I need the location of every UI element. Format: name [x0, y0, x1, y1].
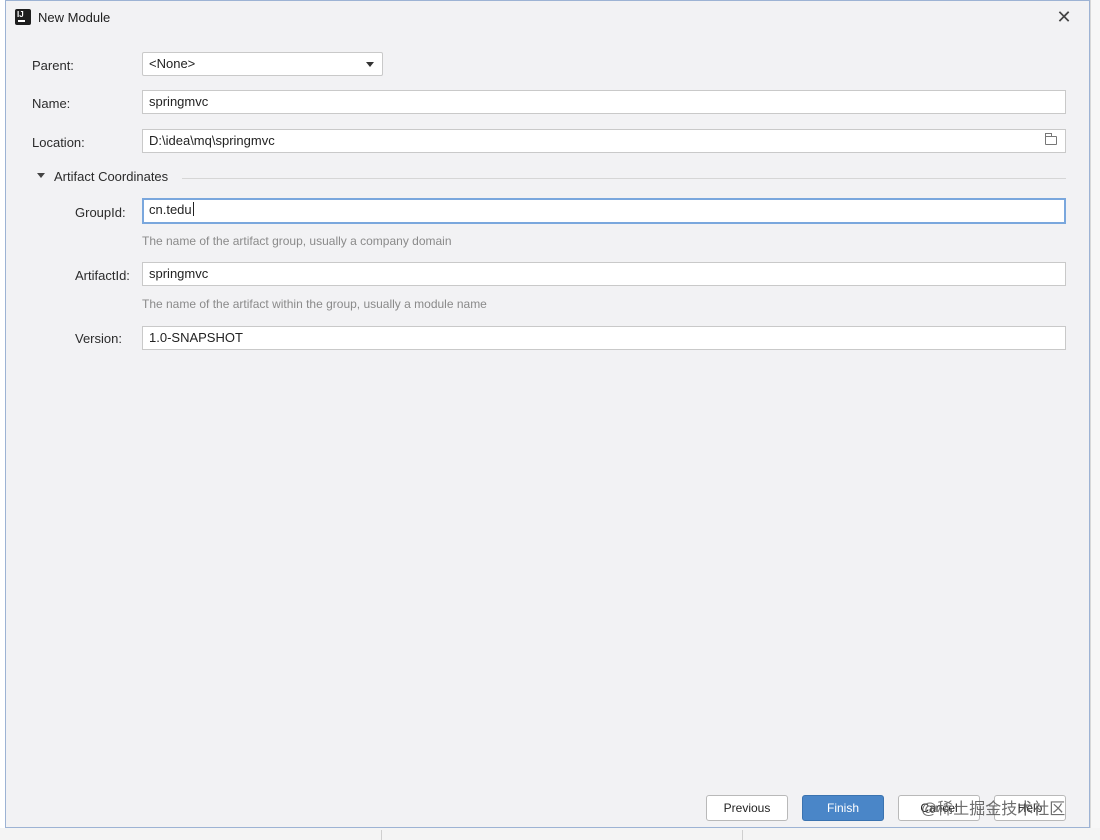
text-caret	[192, 202, 194, 216]
version-field[interactable]: 1.0-SNAPSHOT	[142, 326, 1066, 350]
artifactid-field[interactable]: springmvc	[142, 262, 1066, 286]
groupid-field[interactable]: cn.tedu	[142, 198, 1066, 224]
finish-button[interactable]: Finish	[802, 795, 884, 821]
artifactid-hint: The name of the artifact within the grou…	[142, 297, 487, 311]
new-module-dialog: IJ New Module ✕ Parent: <None> Name: spr…	[5, 0, 1090, 828]
previous-button[interactable]: Previous	[706, 795, 788, 821]
intellij-idea-icon: IJ	[15, 9, 31, 25]
collapse-arrow-icon[interactable]	[37, 173, 45, 178]
location-label: Location:	[32, 135, 85, 150]
groupid-value: cn.tedu	[149, 202, 192, 217]
name-field[interactable]: springmvc	[142, 90, 1066, 114]
watermark: @稀土掘金技术社区	[921, 801, 1066, 818]
background-app-bottom	[0, 828, 1100, 840]
artifact-coordinates-toggle[interactable]: Artifact Coordinates	[54, 169, 168, 184]
parent-label: Parent:	[32, 58, 74, 73]
chevron-down-icon	[366, 62, 374, 67]
folder-icon[interactable]	[1045, 133, 1057, 145]
location-value: D:\idea\mq\springmvc	[149, 133, 275, 148]
parent-value: <None>	[149, 56, 196, 71]
version-label: Version:	[75, 331, 122, 346]
background-panel	[742, 830, 1093, 840]
parent-combobox[interactable]: <None>	[142, 52, 383, 76]
close-icon[interactable]: ✕	[1053, 6, 1075, 28]
background-app-edge	[1090, 0, 1100, 840]
location-field[interactable]: D:\idea\mq\springmvc	[142, 129, 1066, 153]
artifactid-label: ArtifactId:	[75, 268, 130, 283]
title-bar: IJ New Module ✕	[6, 1, 1089, 35]
groupid-hint: The name of the artifact group, usually …	[142, 234, 452, 248]
groupid-label: GroupId:	[75, 205, 126, 220]
dialog-title: New Module	[38, 10, 111, 25]
name-label: Name:	[32, 96, 71, 111]
section-divider	[182, 178, 1066, 179]
background-panel	[26, 830, 382, 840]
